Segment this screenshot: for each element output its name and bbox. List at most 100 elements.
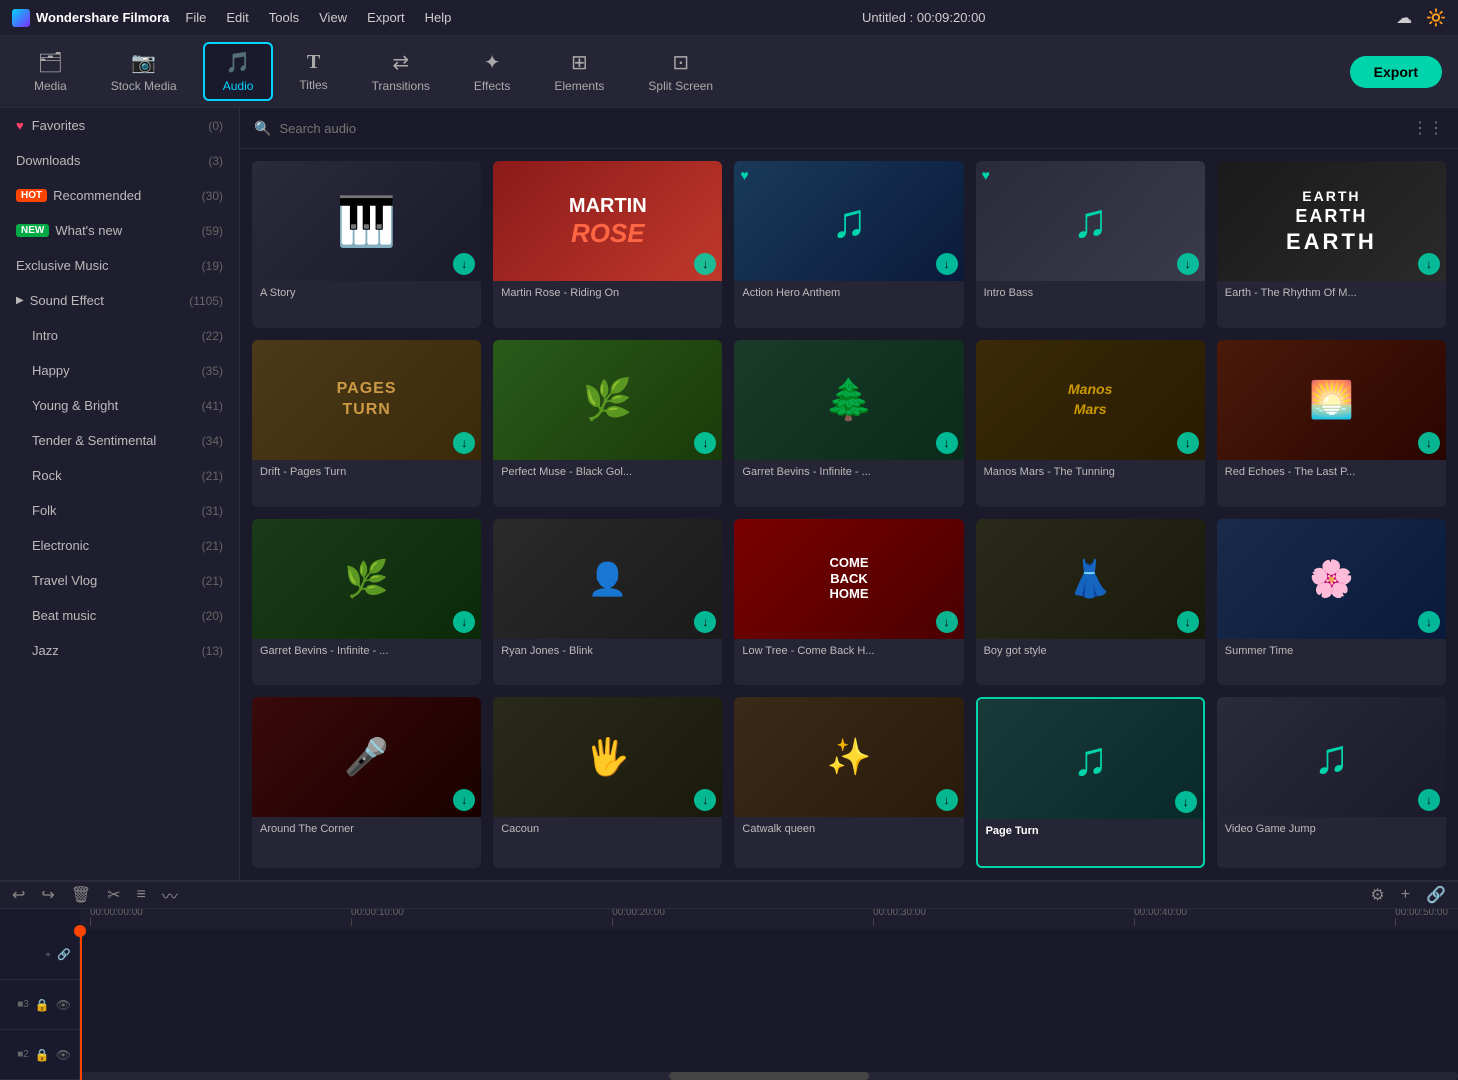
delete-icon[interactable]: 🗑 [71, 885, 91, 905]
download-btn-2[interactable]: ↓ [694, 253, 716, 275]
sidebar-item-whats-new[interactable]: NEW What's new (59) [0, 213, 239, 248]
download-btn-4[interactable]: ↓ [1177, 253, 1199, 275]
download-btn-19[interactable]: ↓ [1175, 791, 1197, 813]
sidebar-item-folk[interactable]: Folk (31) [0, 493, 239, 528]
audio-card-17[interactable]: 🖐 ↓ Cacoun [493, 697, 722, 868]
audio-card-14[interactable]: 👗 ↓ Boy got style [976, 519, 1205, 686]
scrollbar-thumb[interactable] [669, 1072, 869, 1080]
track-3-eye[interactable]: 👁 [56, 998, 71, 1012]
sidebar-item-favorites[interactable]: ♥ Favorites (0) [0, 108, 239, 143]
download-btn-10[interactable]: ↓ [1418, 432, 1440, 454]
effects-button[interactable]: ✦ Effects [456, 44, 528, 99]
menu-export[interactable]: Export [367, 10, 405, 25]
audio-card-5[interactable]: EARTH EARTH EARTH ↓ Earth - The Rhythm O… [1217, 161, 1446, 328]
fav-icon-4[interactable]: ♥ [982, 167, 990, 183]
audio-card-10[interactable]: 🌅 ↓ Red Echoes - The Last P... [1217, 340, 1446, 507]
sidebar-item-exclusive[interactable]: Exclusive Music (19) [0, 248, 239, 283]
menu-edit[interactable]: Edit [226, 10, 248, 25]
track-2-lock[interactable]: 🔒 [35, 1048, 50, 1062]
music-note-icon-3: ♫ [831, 194, 867, 249]
audio-card-16[interactable]: 🎤 ↓ Around The Corner [252, 697, 481, 868]
download-btn-1[interactable]: ↓ [453, 253, 475, 275]
download-btn-13[interactable]: ↓ [936, 611, 958, 633]
search-input[interactable] [279, 121, 1404, 136]
track-content[interactable] [80, 930, 1458, 1080]
sidebar-item-young-bright[interactable]: Young & Bright (41) [0, 388, 239, 423]
sidebar-item-electronic[interactable]: Electronic (21) [0, 528, 239, 563]
grid-toggle-icon[interactable]: ⋮⋮ [1412, 118, 1444, 138]
rock-count: (21) [202, 469, 223, 483]
download-btn-12[interactable]: ↓ [694, 611, 716, 633]
sidebar-item-sound-effect[interactable]: ▶ Sound Effect (1105) [0, 283, 239, 318]
audio-card-1[interactable]: 🎹 ↓ A Story [252, 161, 481, 328]
audio-card-11[interactable]: 🌿 ↓ Garret Bevins - Infinite - ... [252, 519, 481, 686]
sidebar-item-intro[interactable]: Intro (22) [0, 318, 239, 353]
track-3-lock[interactable]: 🔒 [35, 998, 50, 1012]
audio-card-2[interactable]: MARTIN ROSE ↓ Martin Rose - Riding On [493, 161, 722, 328]
sidebar-item-recommended[interactable]: HOT Recommended (30) [0, 178, 239, 213]
sidebar-item-tender[interactable]: Tender & Sentimental (34) [0, 423, 239, 458]
download-btn-18[interactable]: ↓ [936, 789, 958, 811]
audio-card-12[interactable]: 👤 ↓ Ryan Jones - Blink [493, 519, 722, 686]
download-btn-7[interactable]: ↓ [694, 432, 716, 454]
menu-help[interactable]: Help [425, 10, 452, 25]
audio-settings-icon[interactable]: ≡ [137, 886, 146, 904]
download-btn-5[interactable]: ↓ [1418, 253, 1440, 275]
beat-music-label: Beat music [32, 608, 202, 623]
elements-button[interactable]: ⊞ Elements [536, 44, 622, 99]
download-btn-11[interactable]: ↓ [453, 611, 475, 633]
sidebar-item-downloads[interactable]: Downloads (3) [0, 143, 239, 178]
download-btn-6[interactable]: ↓ [453, 432, 475, 454]
timeline-scrollbar[interactable] [80, 1072, 1458, 1080]
audio-card-4[interactable]: ♫ ♥ ↓ Intro Bass [976, 161, 1205, 328]
sidebar-item-rock[interactable]: Rock (21) [0, 458, 239, 493]
audio-card-3[interactable]: ♫ ♥ ↓ Action Hero Anthem [734, 161, 963, 328]
settings-icon[interactable]: 🔆 [1426, 8, 1446, 28]
stock-media-button[interactable]: 📷 Stock Media [93, 44, 195, 99]
download-btn-15[interactable]: ↓ [1418, 611, 1440, 633]
titles-button[interactable]: T Titles [281, 45, 345, 98]
audio-card-15[interactable]: 🌸 ↓ Summer Time [1217, 519, 1446, 686]
transitions-button[interactable]: ⇄ Transitions [354, 44, 448, 99]
electronic-label: Electronic [32, 538, 202, 553]
menu-view[interactable]: View [319, 10, 347, 25]
cloud-icon[interactable]: ☁ [1396, 8, 1412, 28]
undo-icon[interactable]: ↩ [12, 885, 25, 905]
download-btn-8[interactable]: ↓ [936, 432, 958, 454]
audio-button[interactable]: 🎵 Audio [203, 42, 274, 101]
add-track-btn[interactable]: + [45, 949, 51, 961]
audio-card-9[interactable]: ManosMars ↓ Manos Mars - The Tunning [976, 340, 1205, 507]
add-track-icon[interactable]: + [1401, 886, 1410, 904]
download-btn-3[interactable]: ↓ [936, 253, 958, 275]
redo-icon[interactable]: ↪ [41, 885, 54, 905]
waveform-icon[interactable]: 〰 [162, 883, 178, 907]
sidebar-item-beat-music[interactable]: Beat music (20) [0, 598, 239, 633]
fav-icon-3[interactable]: ♥ [740, 167, 748, 183]
split-screen-button[interactable]: ⊡ Split Screen [630, 44, 731, 99]
audio-card-18[interactable]: ✨ ↓ Catwalk queen [734, 697, 963, 868]
audio-card-13[interactable]: COMEBACKHOME ↓ Low Tree - Come Back H... [734, 519, 963, 686]
menu-tools[interactable]: Tools [269, 10, 299, 25]
audio-card-20[interactable]: ♫ ↓ Video Game Jump [1217, 697, 1446, 868]
download-btn-17[interactable]: ↓ [694, 789, 716, 811]
audio-card-7[interactable]: 🌿 ↓ Perfect Muse - Black Gol... [493, 340, 722, 507]
audio-card-6[interactable]: PAGESTURN ↓ Drift - Pages Turn [252, 340, 481, 507]
audio-card-19[interactable]: ♫ ↓ Page Turn [976, 697, 1205, 868]
sidebar-item-travel-vlog[interactable]: Travel Vlog (21) [0, 563, 239, 598]
media-label: Media [34, 79, 67, 93]
export-button[interactable]: Export [1350, 56, 1442, 88]
sidebar-item-happy[interactable]: Happy (35) [0, 353, 239, 388]
sidebar-item-jazz[interactable]: Jazz (13) [0, 633, 239, 668]
download-btn-14[interactable]: ↓ [1177, 611, 1199, 633]
menu-file[interactable]: File [185, 10, 206, 25]
media-button[interactable]: 🗂 Media [16, 44, 85, 99]
download-btn-16[interactable]: ↓ [453, 789, 475, 811]
download-btn-20[interactable]: ↓ [1418, 789, 1440, 811]
scissors-icon[interactable]: ✂ [107, 885, 120, 905]
download-btn-9[interactable]: ↓ [1177, 432, 1199, 454]
link-track-icon[interactable]: 🔗 [57, 948, 71, 961]
link-icon[interactable]: 🔗 [1426, 885, 1446, 905]
timeline-settings-icon[interactable]: ⚙ [1370, 885, 1384, 905]
audio-card-8[interactable]: 🌲 ↓ Garret Bevins - Infinite - ... [734, 340, 963, 507]
track-2-eye[interactable]: 👁 [56, 1048, 71, 1062]
